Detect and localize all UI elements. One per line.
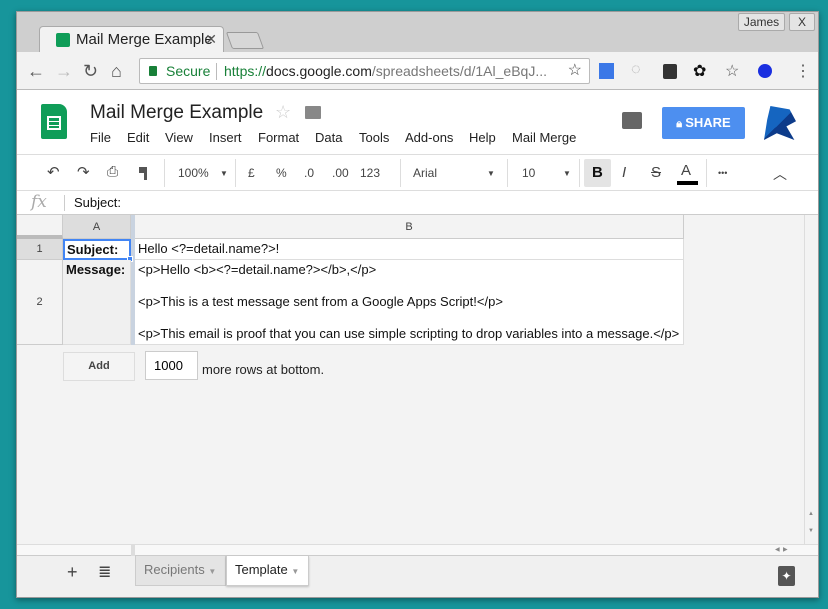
row-header-2[interactable]: 2	[17, 260, 63, 345]
decrease-decimal-button[interactable]: .0	[304, 166, 314, 180]
cell-b1[interactable]: Hello <?=detail.name?>!	[135, 239, 684, 260]
select-all-corner[interactable]	[17, 215, 63, 239]
home-icon[interactable]: ⌂	[111, 61, 122, 82]
star-icon[interactable]: ☆	[275, 102, 291, 123]
text-color-swatch	[677, 181, 698, 185]
address-bar[interactable]: Secure https://docs.google.com/spreadshe…	[139, 58, 590, 84]
cell-b2[interactable]: <p>Hello <b><?=detail.name?></b>,</p> <p…	[135, 260, 684, 345]
gnome-extension-icon[interactable]: ✿	[693, 61, 706, 81]
add-rows-button[interactable]: Add	[63, 352, 135, 381]
new-tab-button[interactable]	[225, 32, 265, 49]
more-formats-button[interactable]: 123	[360, 166, 380, 180]
menu-tools[interactable]: Tools	[359, 130, 389, 145]
toolbar: ↶ ↷ ⎙ 100% ▼ £ % .0 .00 123 Arial ▼ 10 ▼…	[17, 154, 818, 191]
sheet-tab-template[interactable]: Template ▼	[226, 556, 309, 586]
menu-data[interactable]: Data	[315, 130, 342, 145]
bookmark-star-icon[interactable]: ☆	[568, 59, 582, 83]
fx-icon: fx	[31, 192, 47, 212]
cell-a2[interactable]: Message:	[63, 260, 131, 345]
extension-icon[interactable]	[758, 64, 772, 78]
tab-title: Mail Merge Example	[76, 31, 213, 48]
formula-bar: fx Subject:	[17, 191, 818, 215]
comments-icon[interactable]	[622, 112, 642, 129]
close-tab-icon[interactable]: ✕	[205, 31, 217, 48]
forward-icon[interactable]: →	[55, 61, 73, 82]
row-header-1[interactable]: 1	[17, 239, 63, 260]
star-extension-icon[interactable]: ☆	[725, 61, 739, 81]
more-button[interactable]: •••	[718, 168, 727, 178]
menu-help[interactable]: Help	[469, 130, 496, 145]
browser-menu-icon[interactable]: ⋮	[795, 61, 811, 81]
profile-button[interactable]: James	[738, 13, 785, 31]
zoom-select[interactable]: 100%	[178, 166, 209, 180]
share-button[interactable]: 🔒︎ SHARE	[662, 107, 745, 139]
increase-decimal-button[interactable]: .00	[332, 166, 349, 180]
currency-button[interactable]: £	[248, 166, 255, 180]
redo-icon[interactable]: ↷	[77, 163, 90, 181]
folder-icon[interactable]	[305, 106, 321, 119]
undo-icon[interactable]: ↶	[47, 163, 60, 181]
sheet-tab-recipients[interactable]: Recipients ▼	[135, 556, 226, 586]
back-icon[interactable]: ←	[27, 61, 45, 82]
rows-count-input[interactable]: 1000	[145, 351, 198, 380]
extension-icon[interactable]: ◌	[631, 61, 641, 79]
secure-label: Secure	[166, 63, 211, 79]
reload-icon[interactable]: ↻	[83, 61, 98, 82]
menu-insert[interactable]: Insert	[209, 130, 242, 145]
menu-view[interactable]: View	[165, 130, 193, 145]
add-sheet-icon[interactable]: +	[67, 562, 78, 583]
explore-icon[interactable]: ✦	[778, 566, 795, 586]
paint-format-icon[interactable]	[139, 167, 147, 180]
bold-button[interactable]: B	[592, 164, 603, 181]
sheets-app: Mail Merge Example ☆ File Edit View Inse…	[17, 90, 818, 597]
share-label: SHARE	[685, 115, 731, 130]
font-select[interactable]: Arial	[413, 166, 437, 180]
navigation-bar: ← → ↻ ⌂ Secure https://docs.google.com/s…	[17, 52, 818, 90]
column-header-a[interactable]: A	[63, 215, 131, 239]
menu-mail-merge[interactable]: Mail Merge	[512, 130, 576, 145]
url-host: docs.google.com	[266, 63, 372, 79]
sheet-grid: A B 1 2 Subject: Hello <?=detail.name?>!…	[17, 215, 818, 544]
browser-tab[interactable]: Mail Merge Example ✕	[39, 26, 224, 52]
font-size-select[interactable]: 10	[522, 166, 535, 180]
lock-icon	[149, 66, 157, 76]
column-header-b[interactable]: B	[135, 215, 684, 239]
horizontal-scrollbar[interactable]: ◀ ▶	[17, 544, 818, 556]
document-title[interactable]: Mail Merge Example	[90, 102, 263, 124]
cell-a1[interactable]: Subject:	[63, 239, 131, 260]
cell-line: <p>Hello <b><?=detail.name?></b>,</p>	[138, 262, 377, 277]
extension-icon[interactable]	[599, 63, 614, 79]
add-rows-label: more rows at bottom.	[202, 362, 325, 377]
text-color-button[interactable]: A	[681, 162, 691, 179]
sheet-tab-label: Recipients	[144, 562, 205, 577]
sheet-tab-label: Template	[235, 562, 288, 577]
sheet-tab-bar: + ≣ Recipients ▼ Template ▼ ✦	[17, 556, 818, 597]
sheets-favicon-icon	[56, 33, 70, 47]
sheets-logo-icon	[41, 104, 67, 139]
extension-icon[interactable]	[663, 64, 677, 79]
menu-format[interactable]: Format	[258, 130, 299, 145]
formula-input[interactable]: Subject:	[74, 195, 121, 210]
account-avatar[interactable]	[764, 106, 796, 140]
percent-button[interactable]: %	[276, 166, 287, 180]
lock-icon: 🔒︎	[676, 118, 686, 130]
collapse-chevron-icon[interactable]: ︿	[773, 164, 787, 184]
italic-button[interactable]: I	[622, 164, 626, 181]
all-sheets-icon[interactable]: ≣	[98, 562, 111, 582]
url-scheme: https://	[224, 63, 267, 79]
cell-line: <p>This is a test message sent from a Go…	[138, 294, 503, 309]
menu-addons[interactable]: Add-ons	[405, 130, 453, 145]
print-icon[interactable]: ⎙	[107, 163, 118, 180]
browser-window: James X Mail Merge Example ✕ ← → ↻ ⌂ Sec…	[16, 11, 819, 598]
menu-file[interactable]: File	[90, 130, 111, 145]
strikethrough-button[interactable]: S	[651, 164, 661, 181]
menu-edit[interactable]: Edit	[127, 130, 149, 145]
cell-line: <p>This email is proof that you can use …	[138, 326, 680, 341]
url-path: /spreadsheets/d/1Al_eBqJ...	[371, 63, 547, 79]
vertical-scrollbar[interactable]: ▲ ▼	[804, 215, 818, 544]
close-window-button[interactable]: X	[789, 13, 815, 31]
